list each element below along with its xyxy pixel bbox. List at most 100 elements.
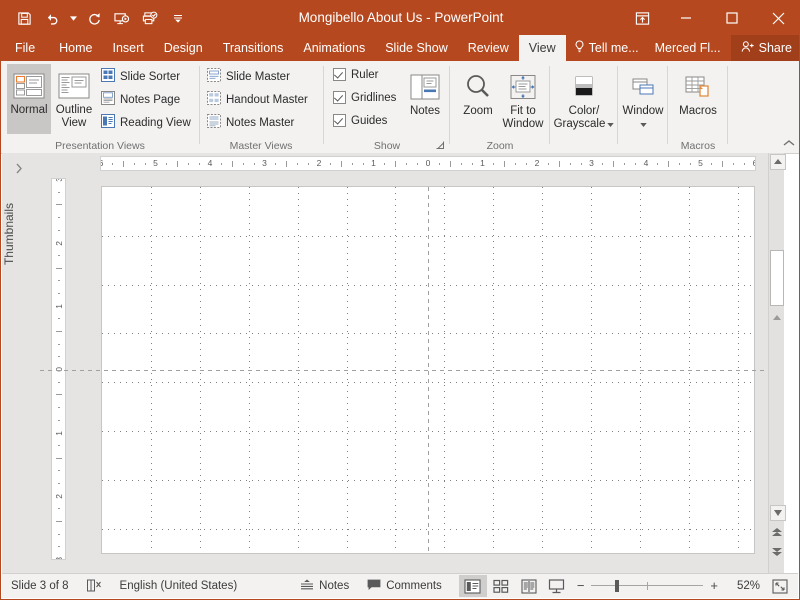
lightbulb-icon xyxy=(574,40,585,56)
comments-button[interactable]: Comments xyxy=(358,574,451,598)
slideshow-status-button[interactable] xyxy=(543,575,571,597)
undo-dropdown-caret-icon[interactable] xyxy=(67,5,79,31)
normal-view-button[interactable]: Normal xyxy=(7,64,51,134)
scroll-up-button[interactable] xyxy=(770,154,786,170)
hruler-tick xyxy=(679,163,680,165)
vruler-tick xyxy=(58,356,60,357)
share-button[interactable]: Share xyxy=(731,35,800,61)
zoom-out-button[interactable]: − xyxy=(577,580,585,592)
scrollbar-thumb[interactable] xyxy=(770,250,784,306)
slide-master-button[interactable]: Slide Master xyxy=(207,68,290,85)
powerpoint-window: Mongibello About Us - PowerPoint File Ho… xyxy=(0,0,800,600)
tell-me-box[interactable]: Tell me... xyxy=(566,35,647,61)
vruler-tick xyxy=(56,331,62,332)
ruler-checkbox[interactable]: Ruler xyxy=(333,68,378,81)
tab-home[interactable]: Home xyxy=(49,35,102,61)
previous-slide-button[interactable] xyxy=(770,525,784,539)
start-slideshow-icon[interactable] xyxy=(109,5,135,31)
tab-animations[interactable]: Animations xyxy=(293,35,375,61)
gridlines-checkbox-box xyxy=(333,91,346,104)
tab-review[interactable]: Review xyxy=(458,35,519,61)
hruler-tick xyxy=(254,163,255,165)
gridline-horizontal xyxy=(102,431,754,432)
tab-slide-show[interactable]: Slide Show xyxy=(375,35,458,61)
vertical-ruler[interactable]: 3210123 xyxy=(51,178,66,560)
zoom-in-button[interactable]: + xyxy=(710,580,718,592)
gridlines-checkbox[interactable]: Gridlines xyxy=(333,91,396,104)
maximize-icon[interactable] xyxy=(709,1,755,35)
hruler-tick xyxy=(515,163,516,165)
vruler-tick xyxy=(58,255,60,256)
vruler-tick xyxy=(58,217,60,218)
customize-qat-icon[interactable] xyxy=(165,5,191,31)
vruler-tick xyxy=(58,382,60,383)
minimize-icon[interactable] xyxy=(663,1,709,35)
slide-sorter-label: Slide Sorter xyxy=(120,71,180,83)
ribbon-tabs: File Home Insert Design Transitions Anim… xyxy=(1,35,800,61)
scroll-down-button[interactable] xyxy=(770,505,786,521)
vertical-scrollbar[interactable] xyxy=(768,153,784,575)
reading-view-status-button[interactable] xyxy=(515,575,543,597)
group-separator-2 xyxy=(323,66,324,144)
tab-file[interactable]: File xyxy=(1,35,49,61)
undo-icon[interactable] xyxy=(39,5,65,31)
hruler-tick xyxy=(657,163,658,165)
group-separator-4 xyxy=(549,66,550,144)
fit-to-window-button[interactable]: Fit to Window xyxy=(501,65,545,145)
notes-page-button[interactable]: Notes Page xyxy=(101,91,180,108)
hruler-tick xyxy=(602,163,603,165)
save-icon[interactable] xyxy=(11,5,37,31)
hruler-tick xyxy=(308,163,309,165)
hruler-tick xyxy=(439,163,440,165)
vruler-tick xyxy=(58,192,60,193)
next-slide-button[interactable] xyxy=(770,545,784,559)
notes-page-icon xyxy=(101,91,115,108)
redo-icon[interactable] xyxy=(81,5,107,31)
vruler-tick xyxy=(58,318,60,319)
tab-transitions[interactable]: Transitions xyxy=(213,35,294,61)
notes-toggle-button[interactable]: Notes xyxy=(291,574,358,598)
quick-print-icon[interactable] xyxy=(137,5,163,31)
thumbnails-pane-collapsed[interactable]: Thumbnails xyxy=(2,153,41,575)
handout-master-button[interactable]: Handout Master xyxy=(207,91,308,108)
horizontal-center-guide[interactable] xyxy=(40,370,768,371)
tab-view[interactable]: View xyxy=(519,35,566,61)
fit-slide-to-window-button[interactable] xyxy=(766,575,794,597)
outline-view-button[interactable]: Outline View xyxy=(53,64,95,146)
close-icon[interactable] xyxy=(755,1,800,35)
slide-sorter-status-button[interactable] xyxy=(487,575,515,597)
notes-master-button[interactable]: Notes Master xyxy=(207,114,294,131)
zoom-slider-handle[interactable] xyxy=(615,580,619,592)
hruler-tick xyxy=(134,163,135,165)
vruler-label-0: 3 xyxy=(53,178,64,184)
collapse-ribbon-icon[interactable] xyxy=(783,138,795,150)
slide-counter[interactable]: Slide 3 of 8 xyxy=(2,574,78,598)
hruler-tick xyxy=(472,163,473,165)
horizontal-ruler[interactable]: 6543210123456 xyxy=(100,156,756,171)
tab-insert[interactable]: Insert xyxy=(103,35,154,61)
vruler-tick xyxy=(58,280,60,281)
vruler-label-1: 2 xyxy=(53,237,64,247)
zoom-button[interactable]: Zoom xyxy=(457,65,499,131)
ribbon-group-window: Window xyxy=(619,61,667,153)
expand-thumbnails-chevron-icon[interactable] xyxy=(15,163,23,177)
normal-view-status-button[interactable] xyxy=(459,575,487,597)
zoom-slider-track[interactable] xyxy=(591,580,703,592)
account-name[interactable]: Merced Fl... xyxy=(647,35,729,61)
spell-check-icon[interactable] xyxy=(78,574,111,598)
notes-pane-button[interactable]: Notes xyxy=(405,66,445,129)
hruler-tick xyxy=(341,161,342,167)
window-button[interactable]: Window xyxy=(621,65,665,141)
macros-button[interactable]: Macros xyxy=(673,65,723,129)
slide-sorter-button[interactable]: Slide Sorter xyxy=(101,68,180,85)
hruler-label-3: 3 xyxy=(262,158,267,169)
gridline-horizontal xyxy=(102,285,754,286)
ribbon-display-options-icon[interactable] xyxy=(621,1,663,35)
language-indicator[interactable]: English (United States) xyxy=(111,574,247,598)
zoom-percent-label[interactable]: 52% xyxy=(724,580,766,592)
zoom-slider[interactable]: − + xyxy=(571,580,724,592)
reading-view-button[interactable]: Reading View xyxy=(101,114,191,131)
color-grayscale-button[interactable]: Color/ Grayscale xyxy=(553,65,615,145)
tab-design[interactable]: Design xyxy=(154,35,213,61)
guides-checkbox[interactable]: Guides xyxy=(333,114,387,127)
